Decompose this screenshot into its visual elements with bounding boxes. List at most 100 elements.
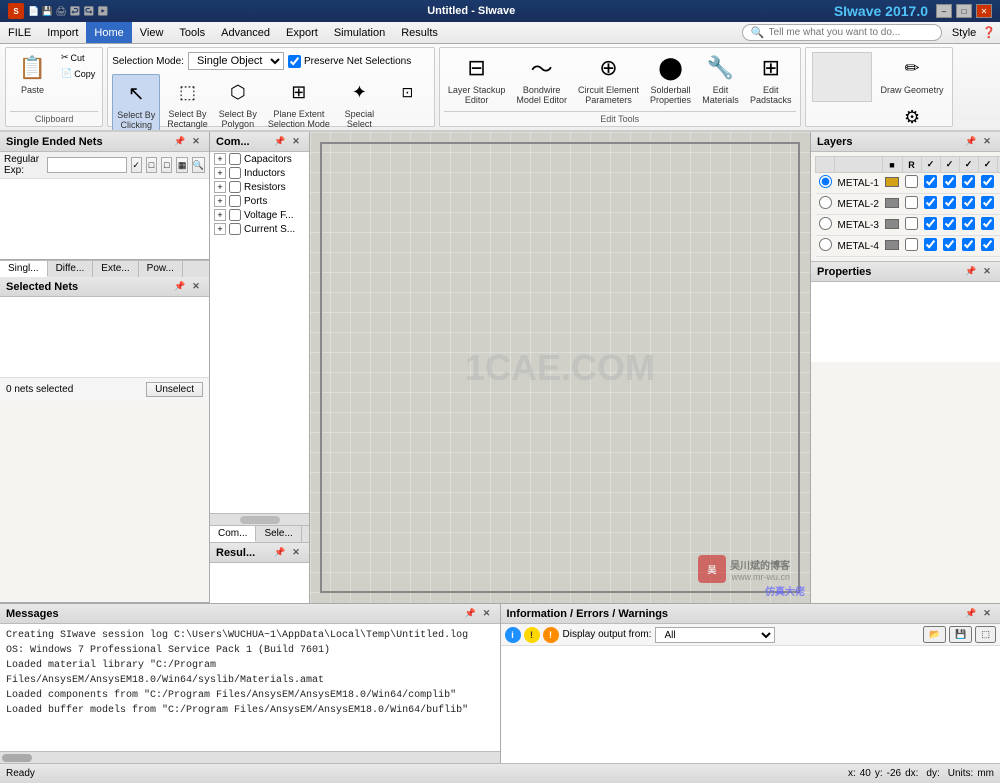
layer-g-1[interactable]	[924, 196, 937, 209]
select-polygon-button[interactable]: ⬡ Select ByPolygon	[215, 74, 261, 132]
tree-checkbox-ports[interactable]	[229, 195, 241, 207]
layer-radio-1[interactable]	[819, 196, 832, 209]
layer-s-1[interactable]	[981, 196, 994, 209]
messages-content[interactable]: Creating SIwave session log C:\Users\WUC…	[0, 624, 500, 751]
regex-input[interactable]	[47, 157, 127, 173]
minimize-button[interactable]: –	[936, 4, 952, 18]
layer-v-3[interactable]	[962, 238, 975, 251]
copy-button[interactable]: 📄 Copy	[58, 66, 98, 81]
select-rectangle-button[interactable]: ⬚ Select ByRectangle	[163, 74, 212, 132]
menu-file[interactable]: FILE	[0, 22, 39, 43]
tree-expand-ind[interactable]: +	[214, 167, 226, 179]
regex-btn-4[interactable]: ▦	[176, 157, 187, 173]
comp-tree-close-btn[interactable]: ✕	[289, 135, 303, 149]
tree-expand-cur[interactable]: +	[214, 223, 226, 235]
layer-b-2[interactable]	[943, 217, 956, 230]
menu-simulation[interactable]: Simulation	[326, 22, 393, 43]
layer-b-3[interactable]	[943, 238, 956, 251]
layer-b-1[interactable]	[943, 196, 956, 209]
preserve-net-checkbox[interactable]	[288, 55, 301, 68]
bondwire-button[interactable]: 〜 BondwireModel Editor	[512, 50, 571, 108]
layer-g-2[interactable]	[924, 217, 937, 230]
layer-v-0[interactable]	[962, 175, 975, 188]
messages-pin-btn[interactable]: 📌	[464, 607, 478, 621]
tab-com[interactable]: Com...	[210, 526, 256, 542]
selected-nets-pin-btn[interactable]: 📌	[173, 280, 187, 294]
search-bar[interactable]: 🔍	[742, 24, 942, 41]
single-ended-pin-btn[interactable]: 📌	[173, 135, 187, 149]
help-icon[interactable]: ❓	[982, 26, 996, 39]
tree-checkbox-cur[interactable]	[229, 223, 241, 235]
canvas-wrapper[interactable]: 1CAE.COM 吴 吴川斌的博客 www.mr-wu.cn 仿真大佬	[310, 132, 810, 603]
layer-v-1[interactable]	[962, 196, 975, 209]
solderball-button[interactable]: ⬤ SolderballProperties	[646, 50, 695, 108]
menu-import[interactable]: Import	[39, 22, 86, 43]
info-close-btn[interactable]: ✕	[980, 607, 994, 621]
menu-results[interactable]: Results	[393, 22, 446, 43]
close-button[interactable]: ✕	[976, 4, 992, 18]
tree-scroll-bar[interactable]	[210, 513, 309, 525]
layer-s-0[interactable]	[981, 175, 994, 188]
info-pin-btn[interactable]: 📌	[964, 607, 978, 621]
layer-s-2[interactable]	[981, 217, 994, 230]
layer-radio-3[interactable]	[819, 238, 832, 251]
properties-close-btn[interactable]: ✕	[980, 265, 994, 279]
regex-btn-2[interactable]: □	[146, 157, 157, 173]
messages-scroll-bar[interactable]	[0, 751, 500, 763]
layer-v-2[interactable]	[962, 217, 975, 230]
layer-r-1[interactable]	[905, 196, 918, 209]
edit-padstacks-button[interactable]: ⊞ EditPadstacks	[746, 50, 796, 108]
extra-select-button[interactable]: ⊡	[385, 74, 430, 112]
layers-pin-btn[interactable]: 📌	[964, 135, 978, 149]
tree-expand-res[interactable]: +	[214, 181, 226, 193]
restore-button[interactable]: □	[956, 4, 972, 18]
info-open-btn[interactable]: 📂	[923, 626, 946, 643]
special-select-button[interactable]: ✦ SpecialSelect	[337, 74, 382, 132]
menu-export[interactable]: Export	[278, 22, 326, 43]
tab-single[interactable]: Singl...	[0, 261, 48, 277]
cut-button[interactable]: ✂ Cut	[58, 50, 98, 65]
select-clicking-button[interactable]: ↖ Select ByClicking	[112, 74, 160, 132]
tree-checkbox-vol[interactable]	[229, 209, 241, 221]
display-from-dropdown[interactable]: All	[655, 627, 775, 643]
layers-close-btn[interactable]: ✕	[980, 135, 994, 149]
layer-g-0[interactable]	[924, 175, 937, 188]
tab-ext[interactable]: Exte...	[93, 261, 138, 277]
info-save-btn[interactable]: 💾	[949, 626, 972, 643]
layer-stackup-button[interactable]: ⊟ Layer StackupEditor	[444, 50, 510, 108]
options-button[interactable]: ⚙ Options	[877, 100, 948, 132]
tree-expand-vol[interactable]: +	[214, 209, 226, 221]
circuit-element-button[interactable]: ⊕ Circuit ElementParameters	[574, 50, 643, 108]
tree-item-voltage[interactable]: + Voltage F...	[210, 208, 309, 222]
regex-btn-5[interactable]: 🔍	[192, 157, 205, 173]
draw-geometry-button[interactable]: ✏ Draw Geometry	[877, 50, 948, 98]
layer-radio-0[interactable]	[819, 175, 832, 188]
menu-tools[interactable]: Tools	[171, 22, 213, 43]
tab-sele[interactable]: Sele...	[256, 526, 301, 542]
layer-s-3[interactable]	[981, 238, 994, 251]
comp-tree-pin-btn[interactable]: 📌	[273, 135, 287, 149]
tree-item-ports[interactable]: + Ports	[210, 194, 309, 208]
plane-extent-button[interactable]: ⊞ Plane ExtentSelection Mode	[264, 74, 334, 132]
selected-nets-close-btn[interactable]: ✕	[189, 280, 203, 294]
style-button[interactable]: Style	[946, 27, 982, 39]
tree-checkbox-cap[interactable]	[229, 153, 241, 165]
layer-r-0[interactable]	[905, 175, 918, 188]
menu-advanced[interactable]: Advanced	[213, 22, 278, 43]
messages-close-btn[interactable]: ✕	[480, 607, 494, 621]
tree-checkbox-res[interactable]	[229, 181, 241, 193]
search-input[interactable]	[769, 27, 919, 38]
tree-item-current[interactable]: + Current S...	[210, 222, 309, 236]
results-close-btn[interactable]: ✕	[289, 546, 303, 560]
layer-radio-2[interactable]	[819, 217, 832, 230]
layer-g-3[interactable]	[924, 238, 937, 251]
regex-btn-1[interactable]: ✓	[131, 157, 142, 173]
tree-expand-ports[interactable]: +	[214, 195, 226, 207]
tree-item-resistors[interactable]: + Resistors	[210, 180, 309, 194]
tree-item-inductors[interactable]: + Inductors	[210, 166, 309, 180]
tree-expand-cap[interactable]: +	[214, 153, 226, 165]
menu-home[interactable]: Home	[86, 22, 131, 43]
tree-item-capacitors[interactable]: + Capacitors	[210, 152, 309, 166]
single-ended-close-btn[interactable]: ✕	[189, 135, 203, 149]
tree-checkbox-ind[interactable]	[229, 167, 241, 179]
